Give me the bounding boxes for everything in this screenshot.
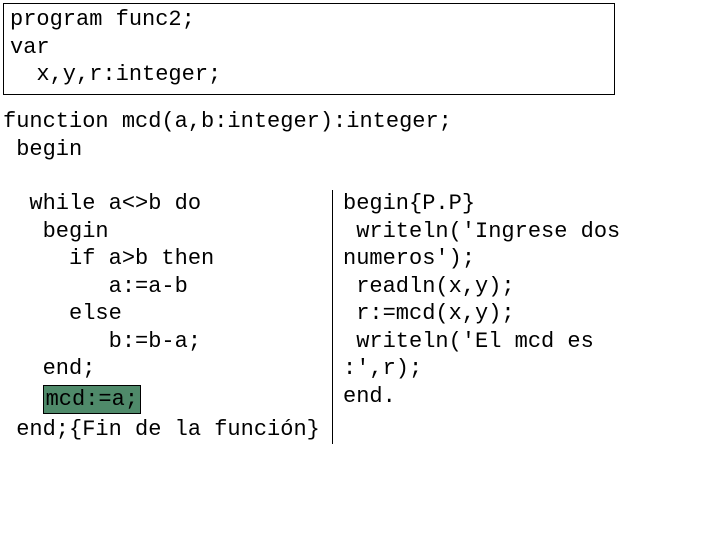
code-line: else — [3, 300, 326, 328]
code-line: var — [10, 34, 608, 62]
code-line: writeln('El mcd es — [343, 328, 620, 356]
highlighted-line: mcd:=a; — [3, 383, 326, 417]
code-line: end. — [343, 383, 620, 411]
code-line: function mcd(a,b:integer):integer; — [3, 108, 713, 136]
code-line: begin — [3, 136, 713, 164]
function-declaration: function mcd(a,b:integer):integer; begin — [3, 108, 713, 163]
code-line: :',r); — [343, 355, 620, 383]
code-line: b:=b-a; — [3, 328, 326, 356]
code-line: numeros'); — [343, 245, 620, 273]
main-program-column: begin{P.P} writeln('Ingrese dos numeros'… — [333, 190, 620, 444]
code-line: readln(x,y); — [343, 273, 620, 301]
code-line: program func2; — [10, 6, 608, 34]
code-line: end; — [3, 355, 326, 383]
code-line: if a>b then — [3, 245, 326, 273]
code-line: while a<>b do — [3, 190, 326, 218]
code-line: a:=a-b — [3, 273, 326, 301]
header-box: program func2; var x,y,r:integer; — [3, 3, 615, 95]
code-line: r:=mcd(x,y); — [343, 300, 620, 328]
highlight-box: mcd:=a; — [43, 385, 141, 415]
indent — [3, 387, 43, 412]
code-line: end;{Fin de la función} — [3, 416, 326, 444]
code-line: begin{P.P} — [343, 190, 620, 218]
code-line: begin — [3, 218, 326, 246]
two-column-code: while a<>b do begin if a>b then a:=a-b e… — [3, 190, 713, 444]
function-body-column: while a<>b do begin if a>b then a:=a-b e… — [3, 190, 333, 444]
code-line: writeln('Ingrese dos — [343, 218, 620, 246]
code-line: x,y,r:integer; — [10, 61, 608, 89]
